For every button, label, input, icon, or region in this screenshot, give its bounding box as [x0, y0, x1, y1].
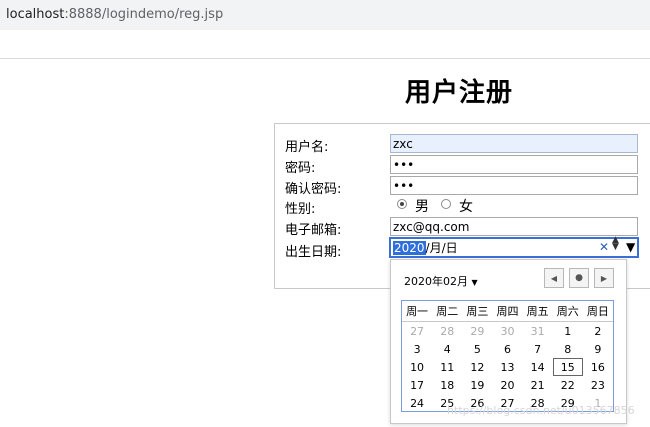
dot-icon: ●	[575, 273, 583, 283]
confirm-password-input[interactable]: •••	[390, 176, 638, 195]
calendar-day[interactable]: 10	[402, 358, 432, 376]
calendar-day[interactable]: 6	[492, 340, 522, 358]
username-input[interactable]: zxc	[390, 134, 638, 153]
calendar-day[interactable]: 28	[432, 322, 462, 341]
calendar-day[interactable]: 16	[583, 358, 613, 376]
today-button[interactable]: ●	[569, 268, 589, 288]
calendar-day[interactable]: 18	[432, 376, 462, 394]
gender-female-label[interactable]: 女	[459, 196, 473, 216]
password-input[interactable]: •••	[390, 155, 638, 174]
calendar-day[interactable]: 23	[583, 376, 613, 394]
dropdown-arrow-icon[interactable]: ▼	[626, 240, 635, 254]
clear-date-icon[interactable]: ✕	[599, 240, 609, 254]
calendar-day[interactable]: 7	[523, 340, 553, 358]
calendar-week-row: 27 28 29 30 31 1 2	[402, 322, 613, 341]
calendar-day[interactable]: 13	[492, 358, 522, 376]
calendar-day[interactable]: 17	[402, 376, 432, 394]
calendar-day[interactable]: 24	[402, 394, 432, 412]
birthday-label: 出生日期:	[285, 245, 342, 260]
calendar-day[interactable]: 5	[462, 340, 492, 358]
calendar-day[interactable]: 21	[523, 376, 553, 394]
weekday-header: 周一	[406, 305, 429, 318]
date-year-segment[interactable]: 2020	[393, 241, 426, 255]
page-title: 用户注册	[405, 78, 514, 108]
calendar-day[interactable]: 20	[492, 376, 522, 394]
calendar-day[interactable]: 19	[462, 376, 492, 394]
weekday-header: 周日	[586, 305, 609, 318]
url-text[interactable]: localhost:8888/logindemo/reg.jsp	[6, 7, 223, 22]
calendar-week-row: 17 18 19 20 21 22 23	[402, 376, 613, 394]
calendar-day[interactable]: 15	[552, 358, 583, 376]
weekday-header: 周五	[526, 305, 549, 318]
weekday-header: 周六	[556, 305, 579, 318]
calendar-day[interactable]: 12	[462, 358, 492, 376]
weekday-header: 周四	[496, 305, 519, 318]
calendar-week-row: 3456789	[402, 340, 613, 358]
divider	[0, 58, 650, 59]
calendar-day[interactable]: 8	[553, 340, 583, 358]
month-selector[interactable]: 2020年02月 ▼	[404, 273, 478, 289]
calendar-day[interactable]: 9	[583, 340, 613, 358]
calendar-day[interactable]: 14	[523, 358, 553, 376]
datepicker-popup: 2020年02月 ▼ ◀ ● ▶ 周一 周二 周三 周四 周五 周六 周日 27 28 29 30…	[390, 259, 627, 424]
gender-male-radio[interactable]	[397, 199, 407, 209]
prev-month-button[interactable]: ◀	[544, 268, 564, 288]
date-spinner-icon[interactable]: ▲ ▼	[612, 236, 619, 252]
calendar-day[interactable]: 4	[432, 340, 462, 358]
calendar-day[interactable]: 3	[402, 340, 432, 358]
calendar-day[interactable]: 29	[462, 322, 492, 341]
calendar-day[interactable]: 11	[432, 358, 462, 376]
username-label: 用户名:	[285, 140, 329, 155]
weekday-header: 周三	[466, 305, 489, 318]
gender-label: 性别:	[285, 202, 316, 217]
gender-female-radio[interactable]	[441, 199, 451, 209]
password-label: 密码:	[285, 161, 316, 176]
calendar-day[interactable]: 1	[553, 322, 583, 341]
calendar-day[interactable]: 22	[553, 376, 583, 394]
confirm-password-label: 确认密码:	[285, 182, 342, 197]
calendar-day[interactable]: 2	[583, 322, 613, 341]
date-day-segment[interactable]: 日	[446, 241, 458, 255]
calendar-day[interactable]: 31	[523, 322, 553, 341]
watermark: https://blog.csdn.net/u013567856	[447, 404, 635, 417]
address-bar[interactable]: localhost:8888/logindemo/reg.jsp	[0, 0, 650, 30]
calendar-day[interactable]: 27	[402, 322, 432, 341]
chevron-down-icon: ▼	[471, 278, 478, 287]
chevron-left-icon: ◀	[550, 273, 558, 283]
next-month-button[interactable]: ▶	[594, 268, 614, 288]
gender-male-label[interactable]: 男	[415, 196, 429, 216]
weekday-header: 周二	[436, 305, 459, 318]
email-input[interactable]: zxc@qq.com	[390, 217, 638, 236]
calendar-day[interactable]: 30	[492, 322, 522, 341]
date-month-segment[interactable]: 月	[430, 241, 442, 255]
calendar-grid: 周一 周二 周三 周四 周五 周六 周日 27 28 29 30 31 1 2 3 4 5 6 7 8 9 10 11 12…	[401, 300, 614, 412]
chevron-right-icon: ▶	[600, 273, 608, 283]
calendar-week-row: 10 11 12 13 14 15 16	[402, 358, 613, 376]
email-label: 电子邮箱:	[285, 223, 342, 238]
